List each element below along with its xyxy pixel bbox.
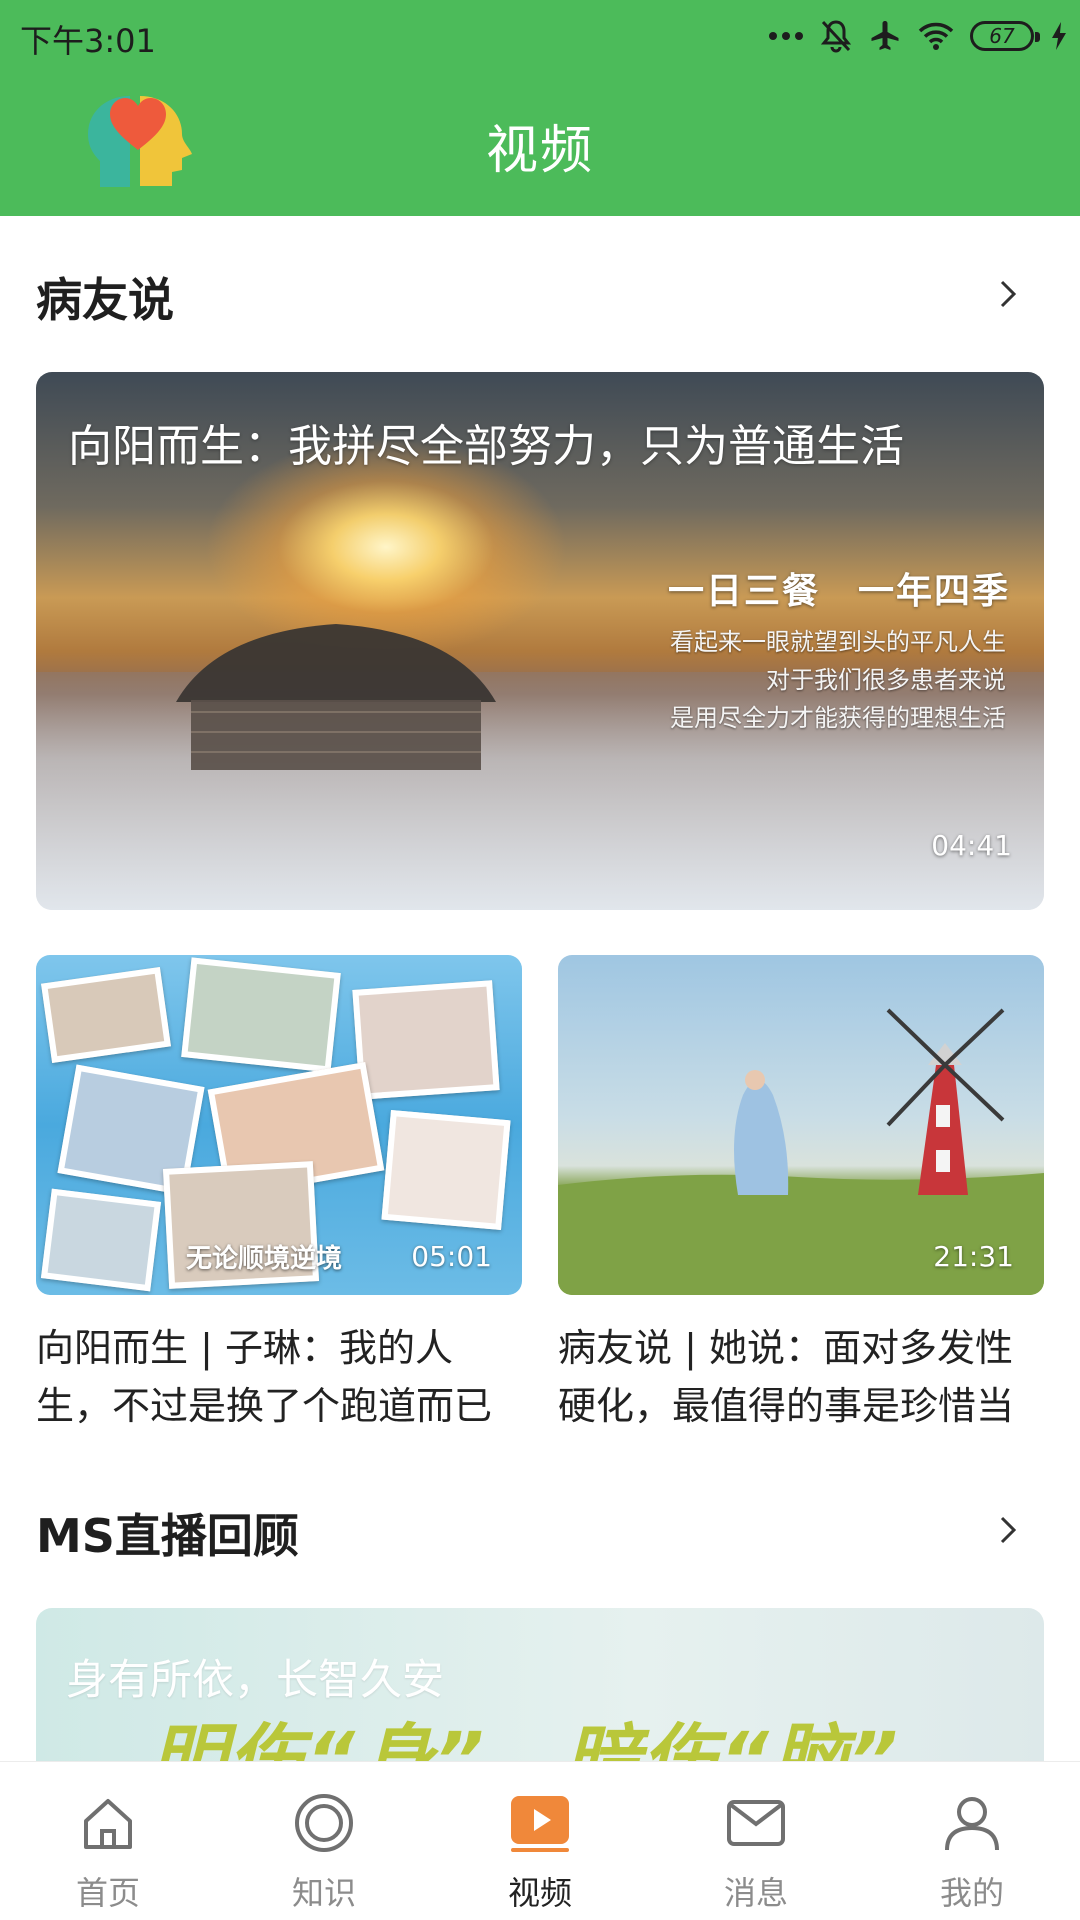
tab-label: 首页 [75, 1874, 140, 1912]
video-thumbnail: 无论顺境逆境 05:01 [36, 955, 522, 1295]
overlay-line: 对于我们很多患者来说 [766, 666, 1006, 694]
tab-messages[interactable]: 消息 [648, 1762, 864, 1920]
page-title: 视频 [485, 121, 594, 181]
video-card[interactable]: 21:31 病友说 | 她说：面对多发性硬化，最值得的事是珍惜当 [558, 955, 1044, 1435]
more-dots-icon [769, 32, 803, 40]
section-header-patient-talk: 病友说 [0, 254, 1080, 334]
chevron-right-icon [1000, 280, 1017, 308]
tab-video[interactable]: 视频 [432, 1762, 648, 1920]
overlay-line: 是用尽全力才能获得的理想生活 [670, 704, 1006, 732]
status-time: 下午3:01 [20, 22, 156, 60]
video-title: 病友说 | 她说：面对多发性硬化，最值得的事是珍惜当 [558, 1326, 1015, 1428]
charging-bolt-icon [1052, 22, 1066, 50]
thumbnail-caption: 无论顺境逆境 [186, 1244, 343, 1274]
mail-icon [723, 1790, 789, 1856]
tab-knowledge[interactable]: 知识 [216, 1762, 432, 1920]
featured-video-card[interactable]: 向阳而生：我拼尽全部努力，只为普通生活 一日三餐 一年四季 看起来一眼就望到头的… [36, 372, 1044, 910]
section-more-button[interactable] [988, 270, 1028, 318]
video-duration: 04:41 [931, 829, 1012, 862]
collage-photo [41, 967, 171, 1063]
knowledge-icon [291, 1790, 357, 1856]
tab-label: 消息 [723, 1874, 788, 1912]
battery-level: 67 [989, 24, 1015, 48]
live-replay-banner[interactable]: 身有所依，长智久安 明伤“身”，暗伤“脑”， [36, 1608, 1044, 1768]
tab-profile[interactable]: 我的 [864, 1762, 1080, 1920]
tab-home[interactable]: 首页 [0, 1762, 216, 1920]
person-icon [939, 1790, 1005, 1856]
bottom-tab-bar: 首页 知识 视频 消息 我的 [0, 1762, 1080, 1920]
collage-photo [381, 1109, 511, 1231]
video-card[interactable]: 无论顺境逆境 05:01 向阳而生 | 子琳：我的人生，不过是换了个跑道而已 [36, 955, 522, 1435]
status-icons: 67 [768, 14, 1068, 58]
wifi-icon [918, 22, 954, 50]
featured-video-title: 向阳而生：我拼尽全部努力，只为普通生活 [68, 421, 904, 472]
section-title: MS直播回顾 [36, 1509, 299, 1563]
video-duration: 05:01 [411, 1240, 492, 1273]
video-title: 向阳而生 | 子琳：我的人生，不过是换了个跑道而已 [36, 1326, 493, 1428]
video-thumbnail: 21:31 [558, 955, 1044, 1295]
airplane-icon [871, 21, 899, 50]
app-header: 下午3:01 67 视频 [0, 0, 1080, 216]
video-play-icon [507, 1790, 573, 1856]
collage-photo [40, 1188, 162, 1292]
video-duration: 21:31 [933, 1240, 1014, 1273]
section-header-ms-live: MS直播回顾 [0, 1490, 1080, 1570]
overlay-heading: 一日三餐 一年四季 [667, 571, 1010, 612]
collage-photo [181, 957, 341, 1073]
home-icon [75, 1790, 141, 1856]
section-title: 病友说 [36, 273, 174, 327]
tab-label: 知识 [291, 1874, 356, 1912]
chevron-right-icon [1000, 1516, 1017, 1544]
bell-muted-icon [820, 20, 852, 53]
yurt-illustration [176, 624, 496, 770]
banner-headline: 明伤“身”，暗伤“脑”， [150, 1715, 978, 1768]
overlay-line: 看起来一眼就望到头的平凡人生 [670, 628, 1006, 656]
collage-photo [352, 980, 500, 1100]
section-more-button[interactable] [988, 1506, 1028, 1554]
battery-indicator: 67 [970, 21, 1040, 51]
tab-label: 视频 [507, 1874, 572, 1912]
tab-label: 我的 [939, 1874, 1004, 1912]
